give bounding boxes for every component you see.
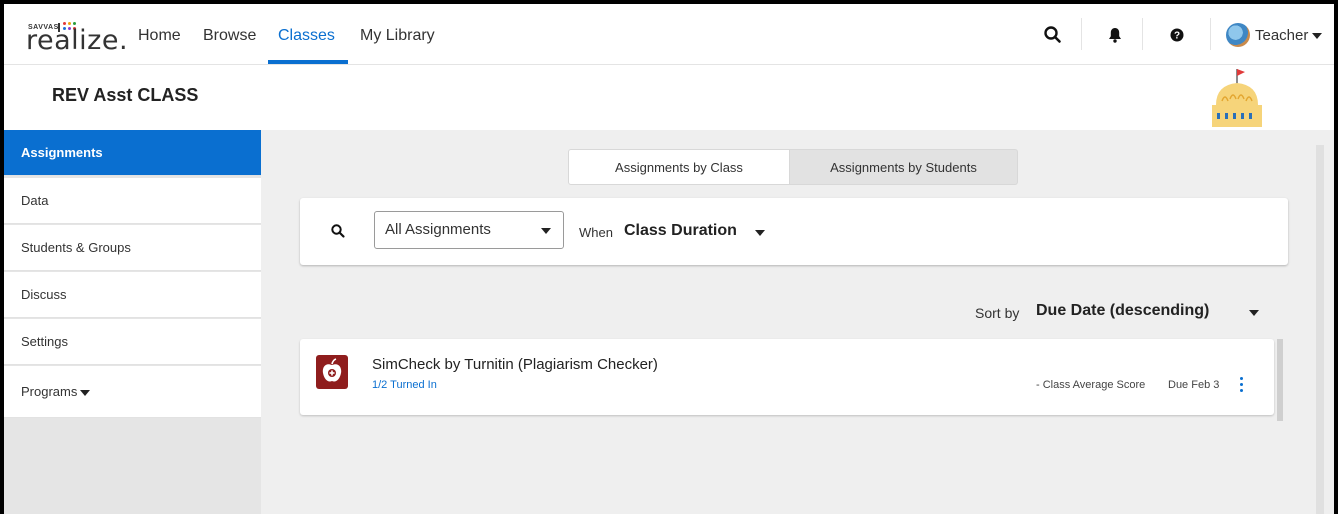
class-average-score: - Class Average Score: [1036, 379, 1146, 391]
kebab-menu-icon[interactable]: [1239, 375, 1245, 393]
view-toggle: Assignments by Class Assignments by Stud…: [568, 149, 1018, 185]
assignment-title[interactable]: SimCheck by Turnitin (Plagiarism Checker…: [372, 356, 658, 373]
toolbar-divider: [1210, 18, 1211, 50]
tab-assignments-by-class[interactable]: Assignments by Class: [568, 149, 790, 185]
sidebar-item-programs[interactable]: Programs: [4, 366, 261, 418]
class-title: REV Asst CLASS: [52, 85, 199, 105]
savvas-realize-logo[interactable]: SAVVAS realize.: [20, 20, 128, 56]
caret-down-icon[interactable]: [755, 230, 765, 236]
nav-browse[interactable]: Browse: [203, 27, 256, 45]
caret-down-icon: [1312, 33, 1323, 40]
user-menu-label: Teacher: [1255, 27, 1309, 44]
logo-wordmark: realize.: [26, 25, 129, 56]
sidebar-item-discuss[interactable]: Discuss: [4, 272, 261, 318]
main-scrollbar[interactable]: [1316, 145, 1324, 514]
help-icon[interactable]: ?: [1166, 24, 1188, 46]
svg-text:?: ?: [1174, 31, 1180, 42]
class-sidebar: Assignments Data Students & Groups Discu…: [4, 130, 261, 514]
nav-classes[interactable]: Classes: [278, 27, 335, 45]
top-navigation: SAVVAS realize. Home Browse Classes My L…: [4, 4, 1334, 65]
assignment-card[interactable]: SimCheck by Turnitin (Plagiarism Checker…: [300, 339, 1274, 415]
when-select[interactable]: Class Duration: [624, 222, 737, 240]
toolbar-divider: [1081, 18, 1082, 50]
when-label: When: [579, 225, 613, 240]
search-icon[interactable]: [1042, 24, 1064, 46]
sidebar-item-data[interactable]: Data: [4, 178, 261, 224]
sort-by-select[interactable]: Due Date (descending): [1036, 302, 1209, 320]
search-icon[interactable]: [330, 223, 346, 239]
caret-down-icon: [80, 389, 91, 396]
nav-home[interactable]: Home: [138, 27, 181, 45]
toolbar-divider: [1142, 18, 1143, 50]
user-menu[interactable]: Teacher: [1255, 27, 1323, 44]
sidebar-item-label: Students & Groups: [21, 240, 131, 255]
caret-down-icon[interactable]: [1249, 310, 1259, 316]
filter-bar: All Assignments When Class Duration: [300, 198, 1288, 265]
assignment-type-value: All Assignments: [385, 221, 491, 238]
assignment-due-date: Due Feb 3: [1168, 379, 1220, 391]
sidebar-item-assignments[interactable]: Assignments: [4, 130, 261, 176]
main-content: Assignments by Class Assignments by Stud…: [261, 130, 1334, 514]
assignment-type-select[interactable]: All Assignments: [374, 211, 564, 249]
sidebar-item-label: Programs: [21, 384, 78, 399]
caret-down-icon: [541, 228, 551, 234]
sort-by-label: Sort by: [975, 305, 1020, 321]
nav-my-library[interactable]: My Library: [360, 27, 435, 45]
capitol-dome-icon: [1212, 69, 1262, 127]
sidebar-item-settings[interactable]: Settings: [4, 319, 261, 365]
app-frame: SAVVAS realize. Home Browse Classes My L…: [4, 4, 1334, 514]
active-nav-indicator: [268, 60, 348, 64]
sidebar-item-label: Settings: [21, 334, 68, 349]
bell-icon[interactable]: [1104, 24, 1126, 46]
apple-icon: [316, 355, 348, 389]
class-header: REV Asst CLASS: [4, 65, 1334, 130]
assignment-turned-in-status[interactable]: 1/2 Turned In: [372, 379, 437, 391]
sidebar-item-students-groups[interactable]: Students & Groups: [4, 225, 261, 271]
tab-assignments-by-students[interactable]: Assignments by Students: [790, 149, 1018, 185]
card-scrollbar[interactable]: [1277, 339, 1283, 421]
sidebar-item-label: Assignments: [21, 145, 103, 160]
avatar[interactable]: [1226, 23, 1250, 47]
sidebar-item-label: Data: [21, 193, 49, 208]
sidebar-item-label: Discuss: [21, 287, 67, 302]
